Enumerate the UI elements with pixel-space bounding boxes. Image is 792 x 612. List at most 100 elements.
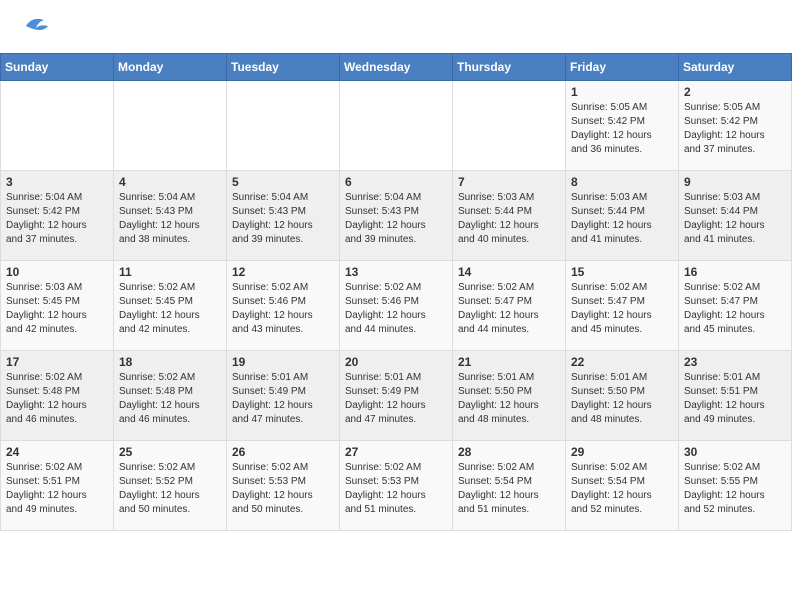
- calendar-cell: [453, 81, 566, 171]
- day-info: Sunrise: 5:01 AM Sunset: 5:50 PM Dayligh…: [458, 371, 560, 427]
- day-number: 21: [458, 355, 560, 369]
- day-number: 16: [684, 265, 786, 279]
- day-info: Sunrise: 5:05 AM Sunset: 5:42 PM Dayligh…: [571, 101, 673, 157]
- calendar-cell: 3 Sunrise: 5:04 AM Sunset: 5:42 PM Daylig…: [1, 171, 114, 261]
- day-info: Sunrise: 5:02 AM Sunset: 5:47 PM Dayligh…: [684, 281, 786, 337]
- day-info: Sunrise: 5:04 AM Sunset: 5:43 PM Dayligh…: [119, 191, 221, 247]
- calendar-cell: 16 Sunrise: 5:02 AM Sunset: 5:47 PM Dayli…: [679, 261, 792, 351]
- day-info: Sunrise: 5:02 AM Sunset: 5:45 PM Dayligh…: [119, 281, 221, 337]
- calendar-cell: [1, 81, 114, 171]
- day-number: 13: [345, 265, 447, 279]
- calendar-header: SundayMondayTuesdayWednesdayThursdayFrid…: [1, 54, 792, 81]
- calendar-cell: [114, 81, 227, 171]
- calendar-cell: 4 Sunrise: 5:04 AM Sunset: 5:43 PM Daylig…: [114, 171, 227, 261]
- day-number: 7: [458, 175, 560, 189]
- weekday-header-saturday: Saturday: [679, 54, 792, 81]
- day-info: Sunrise: 5:01 AM Sunset: 5:49 PM Dayligh…: [345, 371, 447, 427]
- day-info: Sunrise: 5:03 AM Sunset: 5:44 PM Dayligh…: [571, 191, 673, 247]
- calendar-cell: 8 Sunrise: 5:03 AM Sunset: 5:44 PM Daylig…: [566, 171, 679, 261]
- weekday-header-tuesday: Tuesday: [227, 54, 340, 81]
- day-number: 30: [684, 445, 786, 459]
- calendar-cell: 29Sunrise: 5:02 AM Sunset: 5:54 PM Dayli…: [566, 441, 679, 531]
- day-info: Sunrise: 5:04 AM Sunset: 5:42 PM Dayligh…: [6, 191, 108, 247]
- day-number: 19: [232, 355, 334, 369]
- day-number: 12: [232, 265, 334, 279]
- day-number: 8: [571, 175, 673, 189]
- calendar-cell: 21 Sunrise: 5:01 AM Sunset: 5:50 PM Dayli…: [453, 351, 566, 441]
- day-info: Sunrise: 5:02 AM Sunset: 5:47 PM Dayligh…: [458, 281, 560, 337]
- day-info: Sunrise: 5:04 AM Sunset: 5:43 PM Dayligh…: [345, 191, 447, 247]
- day-info: Sunrise: 5:02 AM Sunset: 5:51 PM Dayligh…: [6, 461, 108, 517]
- calendar-cell: 10 Sunrise: 5:03 AM Sunset: 5:45 PM Dayli…: [1, 261, 114, 351]
- calendar-cell: 7 Sunrise: 5:03 AM Sunset: 5:44 PM Daylig…: [453, 171, 566, 261]
- day-info: Sunrise: 5:02 AM Sunset: 5:48 PM Dayligh…: [6, 371, 108, 427]
- calendar-cell: 20 Sunrise: 5:01 AM Sunset: 5:49 PM Dayli…: [340, 351, 453, 441]
- day-number: 10: [6, 265, 108, 279]
- day-number: 2: [684, 85, 786, 99]
- calendar-cell: 30 Sunrise: 5:02 AM Sunset: 5:55 PM Dayli…: [679, 441, 792, 531]
- calendar-cell: [227, 81, 340, 171]
- day-info: Sunrise: 5:02 AM Sunset: 5:47 PM Dayligh…: [571, 281, 673, 337]
- calendar-cell: 6 Sunrise: 5:04 AM Sunset: 5:43 PM Daylig…: [340, 171, 453, 261]
- logo: [20, 12, 50, 45]
- calendar-cell: 14 Sunrise: 5:02 AM Sunset: 5:47 PM Dayli…: [453, 261, 566, 351]
- day-info: Sunrise: 5:03 AM Sunset: 5:44 PM Dayligh…: [458, 191, 560, 247]
- day-number: 6: [345, 175, 447, 189]
- day-number: 23: [684, 355, 786, 369]
- calendar-cell: 9Sunrise: 5:03 AM Sunset: 5:44 PM Daylig…: [679, 171, 792, 261]
- day-number: 5: [232, 175, 334, 189]
- calendar-cell: 17 Sunrise: 5:02 AM Sunset: 5:48 PM Dayli…: [1, 351, 114, 441]
- day-info: Sunrise: 5:02 AM Sunset: 5:55 PM Dayligh…: [684, 461, 786, 517]
- calendar-cell: 26 Sunrise: 5:02 AM Sunset: 5:53 PM Dayli…: [227, 441, 340, 531]
- day-number: 20: [345, 355, 447, 369]
- day-info: Sunrise: 5:05 AM Sunset: 5:42 PM Dayligh…: [684, 101, 786, 157]
- day-info: Sunrise: 5:01 AM Sunset: 5:49 PM Dayligh…: [232, 371, 334, 427]
- day-number: 3: [6, 175, 108, 189]
- calendar-cell: 5 Sunrise: 5:04 AM Sunset: 5:43 PM Daylig…: [227, 171, 340, 261]
- day-info: Sunrise: 5:02 AM Sunset: 5:54 PM Dayligh…: [458, 461, 560, 517]
- day-info: Sunrise: 5:04 AM Sunset: 5:43 PM Dayligh…: [232, 191, 334, 247]
- day-info: Sunrise: 5:03 AM Sunset: 5:44 PM Dayligh…: [684, 191, 786, 247]
- day-number: 15: [571, 265, 673, 279]
- header: [0, 0, 792, 53]
- calendar-week-1: 1 Sunrise: 5:05 AM Sunset: 5:42 PM Daylig…: [1, 81, 792, 171]
- day-number: 14: [458, 265, 560, 279]
- calendar-cell: 24 Sunrise: 5:02 AM Sunset: 5:51 PM Dayli…: [1, 441, 114, 531]
- weekday-header-thursday: Thursday: [453, 54, 566, 81]
- day-info: Sunrise: 5:02 AM Sunset: 5:54 PM Dayligh…: [571, 461, 673, 517]
- day-info: Sunrise: 5:02 AM Sunset: 5:46 PM Dayligh…: [345, 281, 447, 337]
- day-number: 24: [6, 445, 108, 459]
- day-number: 17: [6, 355, 108, 369]
- day-info: Sunrise: 5:02 AM Sunset: 5:46 PM Dayligh…: [232, 281, 334, 337]
- day-number: 27: [345, 445, 447, 459]
- calendar-cell: 18Sunrise: 5:02 AM Sunset: 5:48 PM Dayli…: [114, 351, 227, 441]
- weekday-header-wednesday: Wednesday: [340, 54, 453, 81]
- day-number: 18: [119, 355, 221, 369]
- calendar-cell: 1 Sunrise: 5:05 AM Sunset: 5:42 PM Daylig…: [566, 81, 679, 171]
- calendar-table: SundayMondayTuesdayWednesdayThursdayFrid…: [0, 53, 792, 531]
- calendar-cell: 28 Sunrise: 5:02 AM Sunset: 5:54 PM Dayli…: [453, 441, 566, 531]
- day-number: 26: [232, 445, 334, 459]
- calendar-cell: 11 Sunrise: 5:02 AM Sunset: 5:45 PM Dayli…: [114, 261, 227, 351]
- calendar-week-4: 17 Sunrise: 5:02 AM Sunset: 5:48 PM Dayli…: [1, 351, 792, 441]
- day-info: Sunrise: 5:03 AM Sunset: 5:45 PM Dayligh…: [6, 281, 108, 337]
- weekday-header-sunday: Sunday: [1, 54, 114, 81]
- day-number: 28: [458, 445, 560, 459]
- page: SundayMondayTuesdayWednesdayThursdayFrid…: [0, 0, 792, 612]
- day-number: 11: [119, 265, 221, 279]
- day-number: 4: [119, 175, 221, 189]
- calendar-cell: 15 Sunrise: 5:02 AM Sunset: 5:47 PM Dayli…: [566, 261, 679, 351]
- calendar-cell: 19 Sunrise: 5:01 AM Sunset: 5:49 PM Dayli…: [227, 351, 340, 441]
- day-info: Sunrise: 5:02 AM Sunset: 5:53 PM Dayligh…: [232, 461, 334, 517]
- calendar-cell: 13 Sunrise: 5:02 AM Sunset: 5:46 PM Dayli…: [340, 261, 453, 351]
- day-info: Sunrise: 5:02 AM Sunset: 5:52 PM Dayligh…: [119, 461, 221, 517]
- calendar-body: 1 Sunrise: 5:05 AM Sunset: 5:42 PM Daylig…: [1, 81, 792, 531]
- calendar-week-3: 10 Sunrise: 5:03 AM Sunset: 5:45 PM Dayli…: [1, 261, 792, 351]
- calendar-cell: [340, 81, 453, 171]
- day-number: 1: [571, 85, 673, 99]
- weekday-header-monday: Monday: [114, 54, 227, 81]
- calendar-week-5: 24 Sunrise: 5:02 AM Sunset: 5:51 PM Dayli…: [1, 441, 792, 531]
- calendar-cell: 27Sunrise: 5:02 AM Sunset: 5:53 PM Dayli…: [340, 441, 453, 531]
- calendar-cell: 2 Sunrise: 5:05 AM Sunset: 5:42 PM Daylig…: [679, 81, 792, 171]
- day-number: 25: [119, 445, 221, 459]
